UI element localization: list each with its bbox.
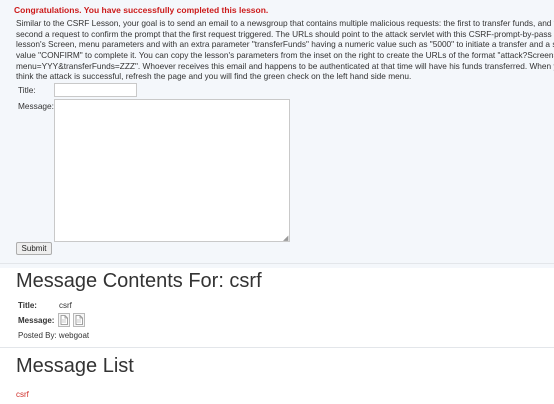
instruction-line: think the attack is successful, refresh …: [16, 71, 412, 82]
message-label: Message:: [18, 101, 54, 111]
posted-by: Posted By: webgoat: [18, 331, 90, 340]
message-list-item[interactable]: csrf: [16, 390, 29, 399]
contents-message-label: Message:: [18, 316, 55, 325]
section-divider: [0, 347, 554, 348]
contents-title-label: Title:: [18, 301, 37, 310]
instruction-line: menu=YYY&transferFunds=ZZZ". Whoever rec…: [16, 60, 554, 71]
resize-grip-icon[interactable]: ◢: [283, 235, 288, 242]
section-divider: [0, 263, 554, 264]
submit-button[interactable]: Submit: [16, 242, 52, 255]
broken-image-icon[interactable]: [58, 313, 70, 327]
instruction-line: second a request to confirm the prompt t…: [16, 28, 552, 39]
message-list-heading: Message List: [16, 355, 134, 377]
broken-image-icon[interactable]: [73, 313, 85, 327]
message-textarea[interactable]: [54, 99, 290, 242]
instruction-line: value "CONFIRM" to complete it. You can …: [16, 50, 554, 61]
instruction-line: Similar to the CSRF Lesson, your goal is…: [16, 18, 554, 28]
title-input[interactable]: [54, 83, 137, 97]
instruction-line: lesson's Screen, menu parameters and wit…: [16, 39, 554, 50]
lesson-instructions: Similar to the CSRF Lesson, your goal is…: [16, 18, 554, 82]
contents-title-value: csrf: [59, 301, 72, 310]
message-contents-heading: Message Contents For: csrf: [16, 270, 262, 292]
success-message: Congratulations. You have successfully c…: [14, 5, 269, 15]
title-label: Title:: [18, 85, 36, 95]
